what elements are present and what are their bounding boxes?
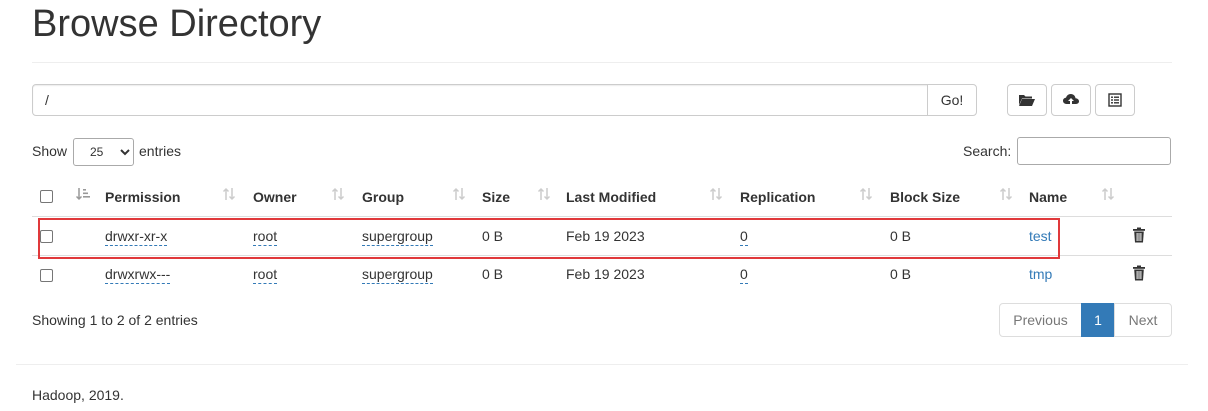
- table-header-divider: [32, 216, 1172, 217]
- block-size-cell: 0 B: [890, 266, 912, 282]
- table-info: Showing 1 to 2 of 2 entries: [32, 312, 198, 328]
- pagination-page-1[interactable]: 1: [1081, 303, 1115, 337]
- list-alt-icon: [1108, 93, 1122, 107]
- go-button[interactable]: Go!: [927, 84, 977, 116]
- sort-icon[interactable]: [999, 186, 1013, 202]
- row-checkbox[interactable]: [40, 269, 53, 282]
- sort-icon[interactable]: [452, 186, 466, 202]
- column-header-permission[interactable]: Permission: [105, 189, 180, 205]
- sort-icon[interactable]: [331, 186, 345, 202]
- owner-cell: root: [253, 266, 278, 284]
- permission-cell[interactable]: drwxrwx---: [105, 266, 171, 284]
- create-directory-button[interactable]: [1007, 84, 1047, 116]
- select-all-checkbox[interactable]: [40, 190, 53, 203]
- footer-text: Hadoop, 2019.: [32, 387, 124, 403]
- entries-per-page-select[interactable]: 25: [73, 138, 134, 166]
- sort-icon[interactable]: [537, 186, 551, 202]
- upload-button[interactable]: [1051, 84, 1091, 116]
- column-header-name[interactable]: Name: [1029, 189, 1067, 205]
- group-cell: supergroup: [362, 266, 433, 284]
- sort-ascending-icon[interactable]: [76, 186, 90, 202]
- entries-label: entries: [139, 143, 182, 159]
- search-input[interactable]: [1017, 137, 1171, 165]
- pagination-next[interactable]: Next: [1114, 303, 1172, 337]
- show-label: Show: [32, 143, 68, 159]
- highlight-box: [38, 218, 1060, 259]
- divider: [32, 62, 1172, 63]
- trash-icon[interactable]: [1132, 265, 1146, 281]
- sort-icon[interactable]: [859, 186, 873, 202]
- page-title: Browse Directory: [32, 3, 322, 45]
- footer-divider: [16, 364, 1188, 365]
- trash-icon[interactable]: [1132, 227, 1146, 243]
- folder-open-icon: [1019, 95, 1035, 106]
- column-header-size[interactable]: Size: [482, 189, 510, 205]
- sort-icon[interactable]: [709, 186, 723, 202]
- column-header-replication[interactable]: Replication: [740, 189, 815, 205]
- column-header-block-size[interactable]: Block Size: [890, 189, 960, 205]
- name-link[interactable]: tmp: [1029, 266, 1052, 282]
- replication-cell[interactable]: 0: [740, 266, 748, 284]
- path-input[interactable]: [32, 84, 940, 116]
- cloud-upload-icon: [1063, 94, 1079, 106]
- last-modified-cell: Feb 19 2023: [566, 266, 645, 282]
- pagination-previous[interactable]: Previous: [999, 303, 1082, 337]
- sort-icon[interactable]: [222, 186, 236, 202]
- column-header-group[interactable]: Group: [362, 189, 404, 205]
- cut-paste-button[interactable]: [1095, 84, 1135, 116]
- size-cell: 0 B: [482, 266, 504, 282]
- search-label: Search:: [963, 143, 1012, 159]
- sort-icon[interactable]: [1101, 186, 1115, 202]
- column-header-last-modified[interactable]: Last Modified: [566, 189, 656, 205]
- column-header-owner[interactable]: Owner: [253, 189, 297, 205]
